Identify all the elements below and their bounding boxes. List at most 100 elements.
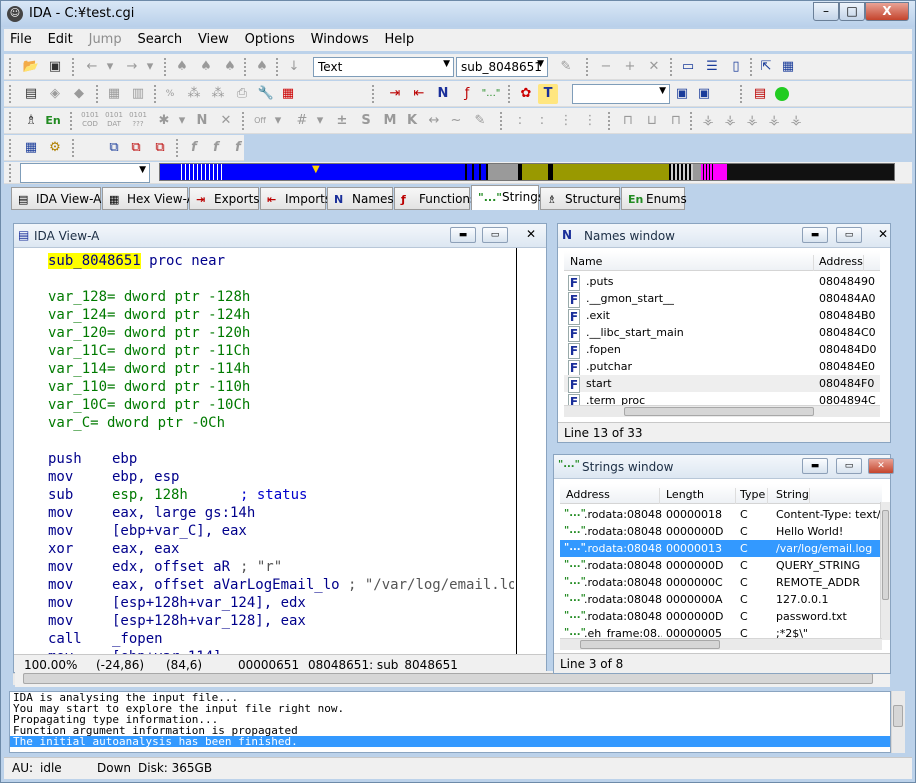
menu-file[interactable]: File (4, 29, 38, 47)
gear-icon[interactable]: ⚙ (45, 138, 65, 158)
tab-hex-view-a[interactable]: ▦ Hex View-A (102, 187, 195, 210)
tab-functions[interactable]: ƒ Functions (394, 187, 476, 210)
strings-list[interactable]: Address Length Type String "..." .rodata:… (560, 484, 882, 640)
open-icon[interactable]: 📂 (21, 57, 41, 77)
tab-structures[interactable]: ♗ Structures (540, 187, 627, 210)
struct-member-icon[interactable]: ⋮ (580, 111, 600, 131)
col-type[interactable]: Type (740, 488, 768, 504)
function-f-icon[interactable]: f (184, 138, 204, 158)
selectors-icon[interactable]: ⧉ (126, 138, 146, 158)
xrefs-icon[interactable]: ⁂ (208, 84, 228, 104)
navigation-band[interactable]: ▼ (159, 163, 895, 181)
minus-icon[interactable]: − (596, 57, 616, 77)
table-row[interactable]: "...".rodata:08048...00000018CContent-Ty… (560, 506, 882, 523)
strings-icon[interactable]: "..." (481, 84, 501, 104)
pane-minimize-button[interactable]: ▬ (802, 458, 828, 474)
name-icon[interactable]: N (192, 111, 212, 131)
minimize-button[interactable]: – (813, 2, 839, 21)
pencil-icon[interactable]: ✎ (470, 111, 490, 131)
search-next-icon[interactable]: ♠ (252, 57, 272, 77)
list-item[interactable]: F .__libc_start_main 080484C0 (564, 324, 880, 342)
menu-jump[interactable]: Jump (83, 29, 128, 47)
window-list-icon[interactable]: ▦ (778, 57, 798, 77)
maximize-button[interactable]: □ (839, 2, 865, 21)
cross-icon[interactable]: ✕ (644, 57, 664, 77)
list-item[interactable]: Fstart 080484F0 (564, 375, 880, 393)
jump-icon[interactable]: ↓ (284, 57, 304, 77)
window-tile-vertical-icon[interactable]: ▯ (726, 57, 746, 77)
scroll-thumb[interactable] (624, 407, 814, 416)
tab-enums[interactable]: En Enums (621, 187, 687, 210)
asterisk-dropdown-icon[interactable]: ▾ (172, 111, 192, 131)
code-icon[interactable]: 0101 COD (80, 111, 100, 131)
col-name[interactable]: Name (570, 255, 814, 271)
output-window[interactable]: IDA is analysing the input file... You m… (9, 691, 891, 753)
list-item[interactable]: F .__gmon_start__ 080484A0 (564, 290, 880, 308)
graph-tree-icon[interactable]: ⚶ (698, 111, 718, 131)
window-tile-horizontal-icon[interactable]: ☰ (702, 57, 722, 77)
binoculars-icon[interactable]: ♠ (172, 57, 192, 77)
names-hscrollbar[interactable] (564, 405, 880, 417)
graph-layout-icon[interactable]: ⚶ (720, 111, 740, 131)
menu-help[interactable]: Help (378, 29, 420, 47)
pane-maximize-button[interactable]: ▭ (836, 227, 862, 243)
text-type-icon[interactable]: T (538, 84, 558, 104)
table-row[interactable]: "...".rodata:08048...0000000DCQUERY_STRI… (560, 557, 882, 574)
graph-icon[interactable]: ◈ (45, 84, 65, 104)
comment-icon[interactable]: ↔ (424, 111, 444, 131)
proximity-icon[interactable]: ◆ (69, 84, 89, 104)
list-item[interactable]: F .puts 08048490 (564, 273, 880, 291)
palette-icon[interactable]: ▦ (278, 84, 298, 104)
close-button[interactable]: X (865, 2, 909, 21)
pane-close-button[interactable]: ✕ (518, 227, 544, 243)
pane-maximize-button[interactable]: ▭ (482, 227, 508, 243)
col-address[interactable]: Address (819, 255, 864, 271)
flowchart-icon[interactable]: ⁂ (184, 84, 204, 104)
strings-hscrollbar[interactable] (560, 638, 882, 650)
menu-windows[interactable]: Windows (305, 29, 375, 47)
green-circle-icon[interactable] (772, 84, 792, 104)
names-icon[interactable]: N (433, 84, 453, 104)
col-string[interactable]: String (776, 488, 810, 504)
number-dropdown-icon[interactable]: ▾ (310, 111, 330, 131)
calc-icon[interactable]: ▥ (128, 84, 148, 104)
edit-icon[interactable]: ✎ (556, 57, 576, 77)
scroll-thumb[interactable] (23, 673, 873, 684)
number-icon[interactable]: # (292, 111, 312, 131)
bracket-down-icon[interactable]: ⊔ (642, 111, 662, 131)
table-row[interactable]: "...".rodata:08048...0000000AC127.0.0.1 (560, 591, 882, 608)
pane-close-button[interactable]: ✕ (870, 227, 896, 243)
struct-var-icon[interactable]: ⋮ (556, 111, 576, 131)
tab-ida-view-a[interactable]: ▤ IDA View-A (11, 187, 101, 210)
view-combo[interactable]: ▼ (572, 84, 670, 104)
scroll-thumb[interactable] (882, 510, 889, 600)
asterisk-icon[interactable]: ✱ (154, 111, 174, 131)
names-list[interactable]: Name Address F .puts 08048490 F .__gmon_sta… (564, 251, 880, 407)
graph-split-icon[interactable]: ⚶ (764, 111, 784, 131)
forward-icon[interactable]: → (122, 57, 142, 77)
segment-icon[interactable]: M (380, 111, 400, 131)
exports-icon[interactable]: ⇥ (385, 84, 405, 104)
wrench-icon[interactable]: 🔧 (256, 84, 276, 104)
list-item[interactable]: F .fopen 080484D0 (564, 341, 880, 359)
imports-icon[interactable]: ⇤ (409, 84, 429, 104)
output-vscrollbar[interactable] (891, 691, 905, 753)
text-view-icon[interactable]: ▤ (21, 84, 41, 104)
pane-maximize-button[interactable]: ▭ (836, 458, 862, 474)
col-length[interactable]: Length (666, 488, 736, 504)
offset-dropdown-icon[interactable]: ▾ (268, 111, 288, 131)
graph-merge-icon[interactable]: ⚶ (742, 111, 762, 131)
graph-group-icon[interactable]: ⚶ (786, 111, 806, 131)
function-edit-icon[interactable]: f (206, 138, 226, 158)
list-item[interactable]: F .exit 080484B0 (564, 307, 880, 325)
disassembly-listing[interactable]: sub_8048651 proc near var_128= dword ptr… (48, 252, 514, 664)
menu-view[interactable]: View (192, 29, 235, 47)
segment-combo[interactable]: Text ▼ (313, 57, 454, 77)
back-icon[interactable]: ← (82, 57, 102, 77)
structure-icon[interactable]: ♗ (21, 111, 41, 131)
keyword-icon[interactable]: K (402, 111, 422, 131)
debugger-detach-icon[interactable]: ▣ (694, 84, 714, 104)
tab-exports[interactable]: ⇥ Exports (189, 187, 260, 210)
back-dropdown-icon[interactable]: ▾ (100, 57, 120, 77)
data-icon[interactable]: 0101 DAT (104, 111, 124, 131)
